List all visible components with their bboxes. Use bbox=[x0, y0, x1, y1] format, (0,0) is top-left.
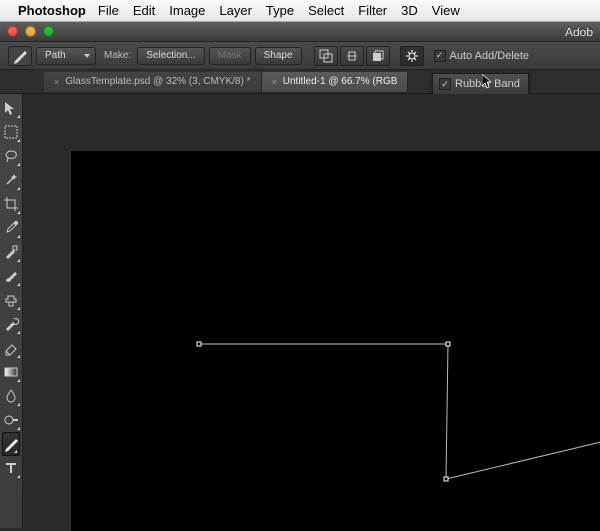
make-shape-button[interactable]: Shape bbox=[255, 47, 302, 65]
menu-image[interactable]: Image bbox=[169, 3, 205, 18]
window-zoom-button[interactable] bbox=[43, 26, 54, 37]
menu-filter[interactable]: Filter bbox=[358, 3, 387, 18]
menu-layer[interactable]: Layer bbox=[219, 3, 252, 18]
mac-menubar: Photoshop File Edit Image Layer Type Sel… bbox=[0, 0, 600, 22]
gear-icon bbox=[405, 49, 419, 63]
magic-wand-tool[interactable] bbox=[0, 168, 22, 192]
menu-edit[interactable]: Edit bbox=[133, 3, 155, 18]
brush-tool[interactable] bbox=[0, 264, 22, 288]
marquee-tool[interactable] bbox=[0, 120, 22, 144]
document-tab[interactable]: × Untitled-1 @ 66.7% (RGB bbox=[262, 72, 409, 92]
tab-label: GlassTemplate.psd @ 32% (3, CMYK/8) * bbox=[65, 76, 250, 87]
clone-stamp-tool[interactable] bbox=[0, 288, 22, 312]
path-anchor[interactable] bbox=[446, 342, 451, 347]
gradient-tool[interactable] bbox=[0, 360, 22, 384]
window-close-button[interactable] bbox=[7, 26, 18, 37]
options-bar: Path Make: Selection... Mask Shape ✓ Aut… bbox=[0, 42, 600, 70]
path-anchor[interactable] bbox=[444, 477, 449, 482]
menu-view[interactable]: View bbox=[432, 3, 460, 18]
document-tab[interactable]: × GlassTemplate.psd @ 32% (3, CMYK/8) * bbox=[44, 72, 262, 92]
path-operations-button[interactable] bbox=[314, 46, 338, 66]
tool-mode-select[interactable]: Path bbox=[36, 47, 96, 65]
tab-close-icon[interactable]: × bbox=[272, 77, 277, 87]
main-area bbox=[0, 94, 600, 528]
menu-type[interactable]: Type bbox=[266, 3, 294, 18]
lasso-tool[interactable] bbox=[0, 144, 22, 168]
make-selection-button[interactable]: Selection... bbox=[137, 47, 204, 65]
tab-label: Untitled-1 @ 66.7% (RGB bbox=[283, 76, 398, 87]
eraser-tool[interactable] bbox=[0, 336, 22, 360]
cursor-icon bbox=[482, 74, 494, 90]
arrange-icon bbox=[371, 49, 385, 63]
menu-3d[interactable]: 3D bbox=[401, 3, 418, 18]
auto-add-delete-label: Auto Add/Delete bbox=[450, 50, 530, 62]
window-minimize-button[interactable] bbox=[25, 26, 36, 37]
rubber-band-checkbox[interactable]: ✓ bbox=[439, 78, 451, 90]
pen-tool[interactable] bbox=[2, 432, 20, 456]
canvas[interactable] bbox=[71, 151, 600, 531]
tab-close-icon[interactable]: × bbox=[54, 77, 59, 87]
path-overlay bbox=[71, 151, 600, 531]
align-icon bbox=[345, 49, 359, 63]
tool-mode-value: Path bbox=[45, 50, 66, 61]
geometry-options-flyout: ✓ Rubber Band bbox=[432, 73, 529, 95]
combine-shapes-icon bbox=[319, 49, 333, 63]
window-title: Adob bbox=[565, 25, 593, 39]
tools-panel bbox=[0, 94, 23, 528]
menu-file[interactable]: File bbox=[98, 3, 119, 18]
crop-tool[interactable] bbox=[0, 192, 22, 216]
path-arrange-button[interactable] bbox=[366, 46, 390, 66]
history-brush-tool[interactable] bbox=[0, 312, 22, 336]
make-mask-button[interactable]: Mask bbox=[209, 47, 251, 65]
dodge-tool[interactable] bbox=[0, 408, 22, 432]
blur-tool[interactable] bbox=[0, 384, 22, 408]
type-tool[interactable] bbox=[0, 456, 22, 480]
path-align-button[interactable] bbox=[340, 46, 364, 66]
healing-brush-tool[interactable] bbox=[0, 240, 22, 264]
make-label: Make: bbox=[104, 50, 131, 61]
auto-add-delete-checkbox[interactable]: ✓ bbox=[434, 50, 446, 62]
move-tool[interactable] bbox=[0, 96, 22, 120]
window-titlebar: Adob bbox=[0, 22, 600, 42]
canvas-viewport[interactable] bbox=[23, 94, 600, 528]
menu-select[interactable]: Select bbox=[308, 3, 344, 18]
app-name[interactable]: Photoshop bbox=[18, 3, 86, 18]
path-anchor[interactable] bbox=[197, 342, 202, 347]
geometry-options-button[interactable] bbox=[400, 46, 424, 66]
eyedropper-tool[interactable] bbox=[0, 216, 22, 240]
pen-tool-icon bbox=[12, 48, 28, 64]
current-tool-indicator[interactable] bbox=[8, 46, 32, 66]
